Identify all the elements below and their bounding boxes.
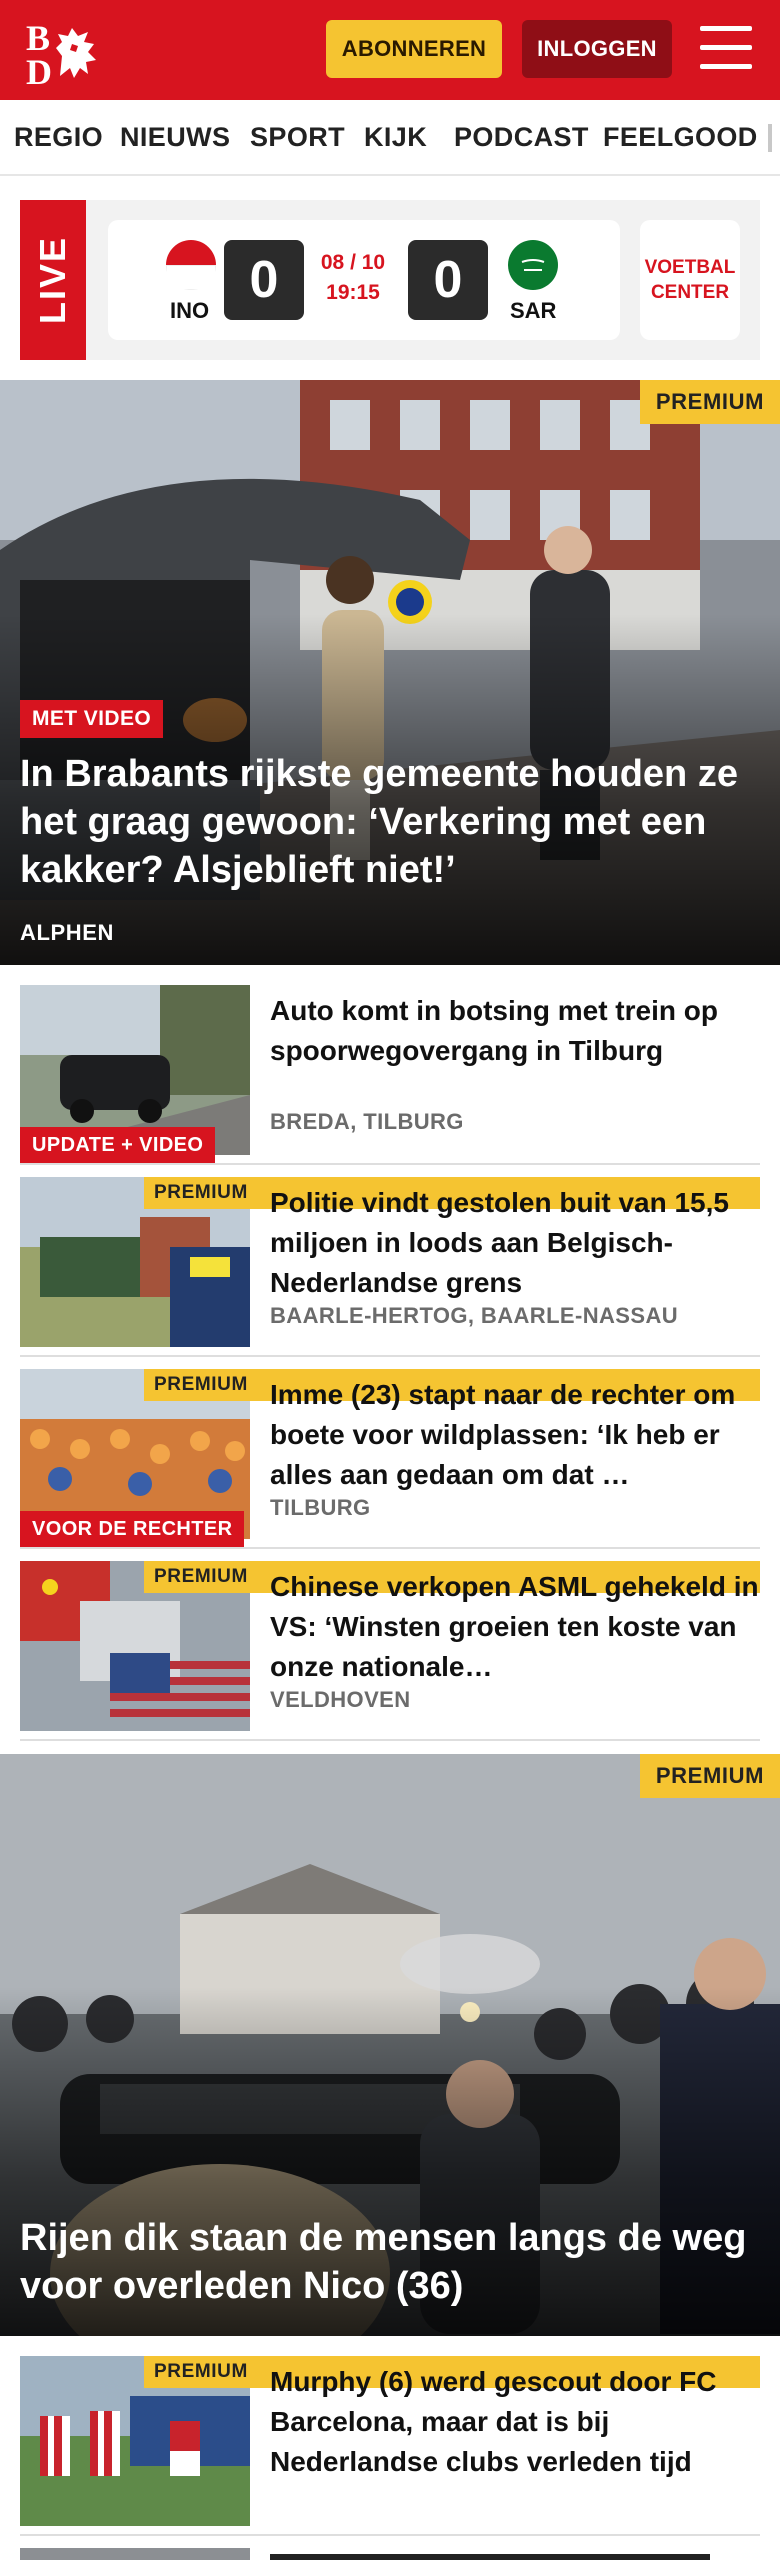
list-item[interactable]: PREMIUM VOOR DE RECHTER Imme (23) stapt … [20, 1369, 760, 1549]
article-title[interactable]: Imme (23) stapt naar de rechter om boete… [270, 1375, 760, 1495]
away-score: 0 [408, 240, 488, 320]
indonesia-flag-icon [166, 240, 216, 290]
voor-de-rechter-tag: VOOR DE RECHTER [20, 1511, 245, 1547]
main-navigation: REGIO NIEUWS SPORT KIJK PODCAST FEELGOOD [0, 100, 780, 176]
nav-overflow-indicator [768, 124, 772, 152]
list-item[interactable]: PREMIUM Chinese verkopen ASML gehekeld i… [20, 1561, 760, 1741]
article-location: BAARLE-HERTOG, BAARLE-NASSAU [270, 1303, 679, 1328]
match-date: 08 / 10 [320, 251, 386, 274]
nav-item-podcast[interactable]: PODCAST [454, 122, 589, 153]
login-button[interactable]: INLOGGEN [522, 20, 672, 78]
nav-item-regio[interactable]: REGIO [14, 122, 103, 153]
article-location: VELDHOVEN [270, 1687, 411, 1712]
next-article-title[interactable] [270, 2548, 740, 2560]
subscribe-button[interactable]: ABONNEREN [326, 20, 502, 78]
hero-headline[interactable]: In Brabants rijkste gemeente houden ze h… [20, 750, 760, 894]
away-team-code: SAR [510, 298, 557, 323]
article-title[interactable]: Murphy (6) werd gescout door FC Barcelon… [270, 2362, 760, 2482]
match-card[interactable]: INO 0 08 / 10 19:15 0 SAR [108, 220, 620, 340]
nav-item-nieuws[interactable]: NIEUWS [120, 122, 230, 153]
list-item[interactable]: PREMIUM Politie vindt gestolen buit van … [20, 1177, 760, 1357]
hero-headline[interactable]: Rijen dik staan de mensen langs de weg v… [20, 2214, 760, 2310]
match-time: 19:15 [326, 281, 380, 304]
article-location: BREDA, TILBURG [270, 1109, 464, 1134]
list-item[interactable]: PREMIUM Murphy (6) werd gescout door FC … [20, 2356, 760, 2536]
article-title[interactable]: Chinese verkopen ASML gehekeld in VS: ‘W… [270, 1567, 760, 1687]
premium-badge: PREMIUM [639, 380, 780, 424]
article-title[interactable]: Auto komt in botsing met trein op spoorw… [270, 991, 760, 1071]
bd-logo[interactable]: B D [22, 16, 122, 92]
voetbal-center-link[interactable]: VOETBAL CENTER [640, 220, 740, 340]
live-badge: LIVE [20, 200, 86, 360]
home-score: 0 [224, 240, 304, 320]
article-location: TILBURG [270, 1495, 371, 1520]
saudi-flag-icon [508, 240, 558, 290]
next-article-thumbnail [20, 2548, 250, 2560]
premium-badge: PREMIUM [639, 1754, 780, 1798]
menu-icon[interactable] [700, 24, 752, 72]
article-title[interactable]: Politie vindt gestolen buit van 15,5 mil… [270, 1183, 760, 1303]
list-item[interactable]: UPDATE + VIDEO Auto komt in botsing met … [20, 985, 760, 1165]
nav-item-kijk[interactable]: KIJK [364, 122, 427, 153]
nav-item-sport[interactable]: SPORT [250, 122, 345, 153]
home-team-code: INO [170, 298, 210, 323]
update-video-tag: UPDATE + VIDEO [20, 1127, 216, 1163]
hero-story[interactable]: PREMIUM MET VIDEO In Brabants rijkste ge… [0, 380, 780, 965]
nav-item-feelgood[interactable]: FEELGOOD [603, 122, 758, 153]
live-match-widget: LIVE INO 0 08 / 10 19:15 0 SAR VOETBAL C… [20, 200, 760, 360]
hero-story[interactable]: PREMIUM Rijen dik staan de mensen langs … [0, 1754, 780, 2336]
site-header: B D ABONNEREN INLOGGEN [0, 0, 780, 100]
video-tag: MET VIDEO [20, 700, 164, 738]
svg-text:D: D [26, 52, 52, 86]
hero-location: ALPHEN [20, 920, 115, 945]
match-datetime: 08 / 10 19:15 [313, 248, 393, 308]
